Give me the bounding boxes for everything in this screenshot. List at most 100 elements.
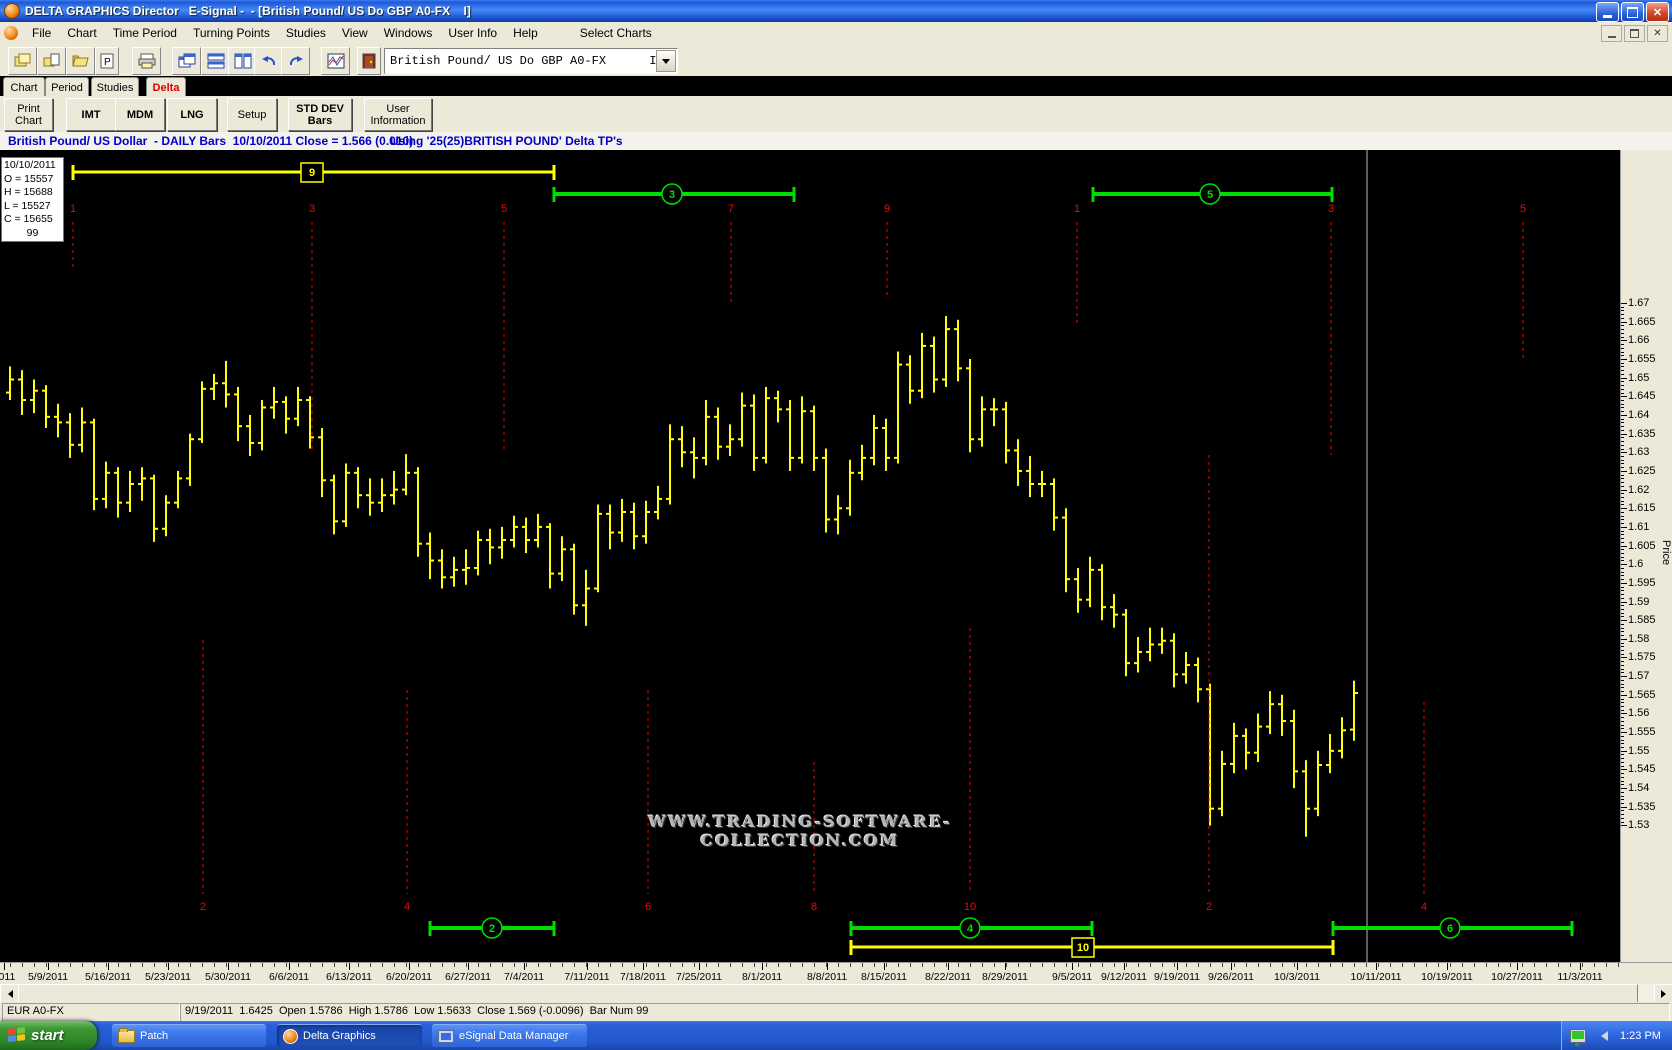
price-tick-label: 1.58	[1628, 633, 1649, 645]
price-minor-tick	[1621, 628, 1624, 629]
price-axis-title: Price	[1660, 540, 1672, 565]
price-minor-tick	[1621, 568, 1624, 569]
mdm-button[interactable]: MDM	[115, 98, 165, 131]
price-minor-tick	[1621, 497, 1624, 498]
price-minor-tick	[1621, 799, 1624, 800]
cascade-windows-icon[interactable]	[172, 47, 201, 75]
price-minor-tick	[1621, 307, 1624, 308]
date-major-tick	[4, 963, 5, 970]
price-minor-tick	[1621, 426, 1624, 427]
price-major-tick	[1621, 657, 1627, 658]
menu-item-turning-points[interactable]: Turning Points	[185, 24, 278, 42]
tab-chart[interactable]: Chart	[3, 77, 45, 97]
tab-period[interactable]: Period	[45, 77, 89, 97]
price-minor-tick	[1621, 691, 1624, 692]
date-tick-label: 5/9/2011	[28, 971, 68, 983]
undo-icon[interactable]	[254, 47, 283, 75]
horizontal-scrollbar[interactable]	[0, 984, 1672, 1002]
taskbar-button-delta-graphics[interactable]: Delta Graphics	[277, 1024, 422, 1047]
mdi-restore-button[interactable]	[1624, 25, 1645, 42]
mdi-close-button[interactable]: ✕	[1647, 25, 1668, 42]
turning-point-number: 1	[70, 203, 76, 215]
imt-button[interactable]: IMT	[66, 98, 116, 131]
user-information-button[interactable]: User Information	[364, 98, 432, 131]
menu-item-help[interactable]: Help	[505, 24, 546, 42]
new-page-icon[interactable]	[37, 47, 66, 75]
price-tick-label: 1.605	[1628, 540, 1656, 552]
start-button[interactable]: start	[0, 1021, 97, 1050]
open-folder-icon[interactable]	[66, 47, 95, 75]
price-major-tick	[1621, 434, 1627, 435]
menu-item-time-period[interactable]: Time Period	[105, 24, 185, 42]
price-minor-tick	[1621, 519, 1624, 520]
paste-page-icon[interactable]: P	[95, 47, 119, 75]
menu-item-studies[interactable]: Studies	[278, 24, 334, 42]
price-minor-tick	[1621, 449, 1624, 450]
menu-item-view[interactable]: View	[334, 24, 376, 42]
price-minor-tick	[1621, 493, 1624, 494]
price-tick-label: 1.645	[1628, 390, 1656, 402]
taskbar-button-patch[interactable]: Patch	[112, 1024, 266, 1047]
network-icon[interactable]	[1570, 1029, 1586, 1043]
print-icon[interactable]	[132, 47, 161, 75]
price-major-tick	[1621, 396, 1627, 397]
price-minor-tick	[1621, 542, 1624, 543]
volume-icon[interactable]	[1596, 1031, 1608, 1041]
date-tick-label: 8/29/2011	[982, 971, 1028, 983]
price-tick-label: 1.54	[1628, 782, 1649, 794]
minimize-button[interactable]	[1596, 2, 1619, 22]
restore-button[interactable]	[1621, 2, 1644, 22]
date-tick-label: 9/12/2011	[1101, 971, 1147, 983]
price-major-tick	[1621, 359, 1627, 360]
price-minor-tick	[1621, 430, 1624, 431]
date-major-tick	[762, 963, 763, 970]
date-tick-label: 10/27/2011	[1491, 971, 1543, 983]
price-major-tick	[1621, 415, 1627, 416]
date-major-tick	[948, 963, 949, 970]
price-tick-label: 1.59	[1628, 596, 1649, 608]
scrollbar-thumb[interactable]	[18, 984, 1638, 1004]
price-major-tick	[1621, 751, 1627, 752]
scroll-left-button[interactable]	[0, 984, 20, 1004]
price-minor-tick	[1621, 344, 1624, 345]
mdi-minimize-button[interactable]	[1601, 25, 1622, 42]
price-minor-tick	[1621, 766, 1624, 767]
exit-door-icon[interactable]	[357, 47, 381, 75]
price-minor-tick	[1621, 702, 1624, 703]
price-minor-tick	[1621, 348, 1624, 349]
tab-delta[interactable]: Delta	[146, 77, 186, 97]
close-button[interactable]: ✕	[1646, 2, 1669, 22]
toolbar: P British Pound/ US Do GBP A0-FX I	[0, 44, 1672, 76]
taskbar-button-esignal-data-manager[interactable]: eSignal Data Manager	[432, 1024, 587, 1047]
print-chart-button[interactable]: Print Chart	[4, 98, 53, 131]
menu-item-chart[interactable]: Chart	[59, 24, 104, 42]
price-minor-tick	[1621, 572, 1624, 573]
setup-button[interactable]: Setup	[227, 98, 277, 131]
copy-chart-icon[interactable]	[8, 47, 37, 75]
price-tick-label: 1.625	[1628, 465, 1656, 477]
date-tick-label: 6/6/2011	[269, 971, 309, 983]
price-major-tick	[1621, 322, 1627, 323]
combo-dropdown-button[interactable]	[656, 50, 676, 72]
turning-point-number: 7	[728, 203, 734, 215]
menu-item-user-info[interactable]: User Info	[440, 24, 505, 42]
redo-icon[interactable]	[281, 47, 310, 75]
symbol-combo[interactable]: British Pound/ US Do GBP A0-FX I	[384, 48, 678, 74]
chart-settings-icon[interactable]	[321, 47, 350, 75]
price-minor-tick	[1621, 393, 1624, 394]
date-major-tick	[827, 963, 828, 970]
tile-horizontal-icon[interactable]	[201, 47, 230, 75]
price-tick-label: 1.67	[1628, 297, 1649, 309]
tab-studies[interactable]: Studies	[91, 77, 139, 97]
lng-button[interactable]: LNG	[167, 98, 217, 131]
std-dev-bars-button[interactable]: STD DEV Bars	[288, 98, 352, 131]
scroll-right-button[interactable]	[1654, 984, 1672, 1004]
window-title: DELTA GRAPHICS Director E-Signal - - [Br…	[25, 4, 471, 18]
menu-item-windows[interactable]: Windows	[376, 24, 441, 42]
price-minor-tick	[1621, 758, 1624, 759]
menu-item-file[interactable]: File	[24, 24, 59, 42]
tile-vertical-icon[interactable]	[228, 47, 257, 75]
turning-point-number: 3	[309, 203, 315, 215]
menu-item-select-charts[interactable]: Select Charts	[572, 24, 660, 42]
price-minor-tick	[1621, 736, 1624, 737]
